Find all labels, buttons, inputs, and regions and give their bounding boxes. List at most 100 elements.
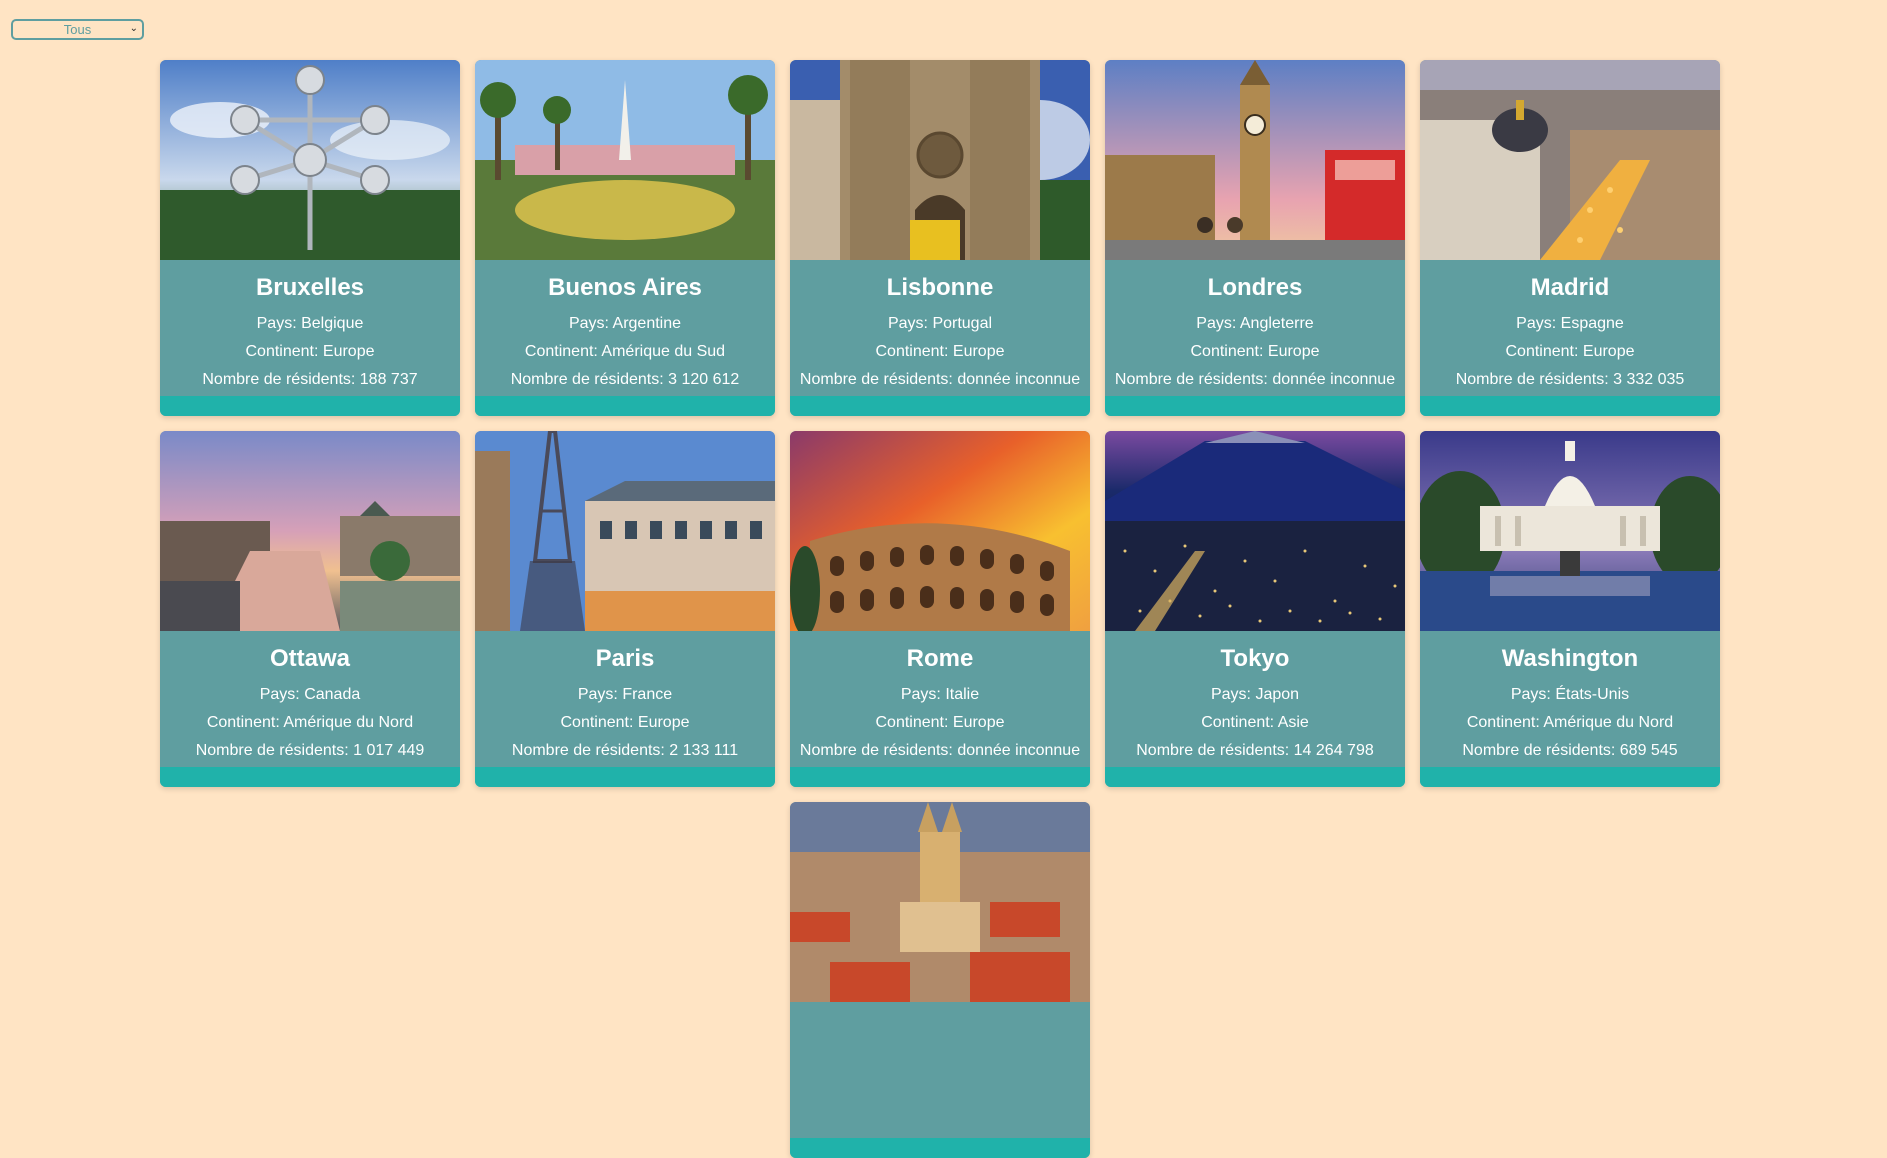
city-photo [160, 60, 460, 260]
continent-label: Continent: [875, 343, 953, 360]
city-photo [475, 431, 775, 631]
continent-label: Continent: [1505, 343, 1583, 360]
residents-value: 3 120 612 [668, 371, 740, 388]
city-name: Madrid [1530, 274, 1610, 301]
city-cards-grid: Bruxelles Pays: Belgique Continent: Euro… [160, 60, 1720, 1158]
country-label: Pays: [1196, 315, 1240, 332]
continent-label: Continent: [1201, 714, 1278, 731]
continent-label: Continent: [560, 714, 638, 731]
country-value: Japon [1255, 686, 1300, 703]
residents-label: Nombre de résidents: [195, 742, 354, 759]
city-card-bruxelles[interactable]: Bruxelles Pays: Belgique Continent: Euro… [160, 60, 460, 416]
city-photo [1420, 431, 1720, 631]
continent-label: Continent: [524, 343, 602, 360]
country-value: États-Unis [1555, 686, 1630, 703]
country-label: Pays: [568, 315, 613, 332]
city-photo [160, 431, 460, 631]
continent-value: Amérique du Sud [601, 343, 726, 360]
residents-value: 1 017 449 [353, 742, 425, 759]
country-label: Pays: [1516, 315, 1561, 332]
city-photo [790, 802, 1090, 1002]
city-name: Tokyo [1220, 645, 1290, 672]
city-card-partial[interactable] [790, 802, 1090, 1158]
card-footer [1105, 767, 1405, 787]
city-card-ottawa[interactable]: Ottawa Pays: Canada Continent: Amérique … [160, 431, 460, 787]
residents-label: Nombre de résidents: [510, 371, 669, 388]
city-name: Lisbonne [886, 274, 994, 301]
continent-value: Amérique du Nord [1543, 714, 1674, 731]
city-card-rome[interactable]: Rome Pays: Italie Continent: Europe Nomb… [790, 431, 1090, 787]
city-photo [790, 60, 1090, 260]
card-footer [790, 767, 1090, 787]
residents-label: Nombre de résidents: [799, 742, 958, 759]
residents-value: 14 264 798 [1293, 742, 1374, 759]
continent-value: Europe [952, 714, 1005, 731]
city-photo [1105, 60, 1405, 260]
continent-value: Amérique du Nord [283, 714, 414, 731]
country-label: Pays: [1210, 686, 1256, 703]
country-value: France [622, 686, 673, 703]
residents-label: Nombre de résidents: [1455, 371, 1614, 388]
card-footer [160, 767, 460, 787]
card-footer [1420, 396, 1720, 416]
city-name: Washington [1501, 645, 1639, 672]
city-card-buenos-aires[interactable]: Buenos Aires Pays: Argentine Continent: … [475, 60, 775, 416]
chevron-down-icon: ⌄ [129, 23, 138, 34]
city-name: Buenos Aires [548, 274, 702, 301]
city-photo [1105, 431, 1405, 631]
city-card-paris[interactable]: Paris Pays: France Continent: Europe Nom… [475, 431, 775, 787]
continent-label: Continent: [206, 714, 284, 731]
country-value: Espagne [1560, 315, 1624, 332]
continent-label: Continent: [875, 714, 953, 731]
residents-label: Nombre de résidents: [799, 371, 958, 388]
card-footer [790, 1138, 1090, 1158]
city-card-lisbonne[interactable]: Lisbonne Pays: Portugal Continent: Europ… [790, 60, 1090, 416]
residents-label: Nombre de résidents: [1114, 371, 1273, 388]
country-value: Canada [304, 686, 361, 703]
card-footer [1420, 767, 1720, 787]
city-photo [790, 431, 1090, 631]
residents-value: donnée inconnue [1272, 371, 1396, 388]
residents-value: 689 545 [1619, 742, 1678, 759]
card-footer [475, 396, 775, 416]
card-footer [475, 767, 775, 787]
residents-label: Nombre de résidents: [1136, 742, 1294, 759]
card-footer [1105, 396, 1405, 416]
city-name: Paris [595, 645, 655, 672]
country-label: Pays: [887, 315, 933, 332]
country-value: Angleterre [1239, 315, 1314, 332]
residents-value: donnée inconnue [957, 371, 1081, 388]
residents-value: 2 133 111 [669, 742, 739, 759]
country-value: Italie [945, 686, 980, 703]
residents-value: 188 737 [359, 371, 418, 388]
continent-value: Europe [1582, 343, 1635, 360]
country-value: Portugal [932, 315, 993, 332]
city-card-madrid[interactable]: Madrid Pays: Espagne Continent: Europe N… [1420, 60, 1720, 416]
continent-filter-select[interactable]: Tous ⌄ [11, 19, 144, 40]
continent-label: Continent: [245, 343, 323, 360]
city-card-washington[interactable]: Washington Pays: États-Unis Continent: A… [1420, 431, 1720, 787]
continent-value: Europe [1267, 343, 1320, 360]
residents-label: Nombre de résidents: [511, 742, 670, 759]
city-card-tokyo[interactable]: Tokyo Pays: Japon Continent: Asie Nombre… [1105, 431, 1405, 787]
country-value: Belgique [301, 315, 364, 332]
card-footer [790, 396, 1090, 416]
residents-value: 3 332 035 [1613, 371, 1685, 388]
country-label: Pays: [577, 686, 623, 703]
city-name: Bruxelles [255, 274, 365, 301]
country-label: Pays: [256, 315, 302, 332]
continent-label: Continent: [1466, 714, 1544, 731]
card-footer [160, 396, 460, 416]
continent-value: Asie [1277, 714, 1309, 731]
country-value: Argentine [612, 315, 682, 332]
continent-value: Europe [952, 343, 1005, 360]
country-label: Pays: [900, 686, 946, 703]
residents-value: donnée inconnue [957, 742, 1081, 759]
continent-label: Continent: [1190, 343, 1268, 360]
residents-label: Nombre de résidents: [1462, 742, 1620, 759]
continent-value: Europe [637, 714, 690, 731]
continent-value: Europe [322, 343, 375, 360]
filter-selected-value: Tous [63, 22, 92, 37]
city-card-londres[interactable]: Londres Pays: Angleterre Continent: Euro… [1105, 60, 1405, 416]
city-photo [475, 60, 775, 260]
